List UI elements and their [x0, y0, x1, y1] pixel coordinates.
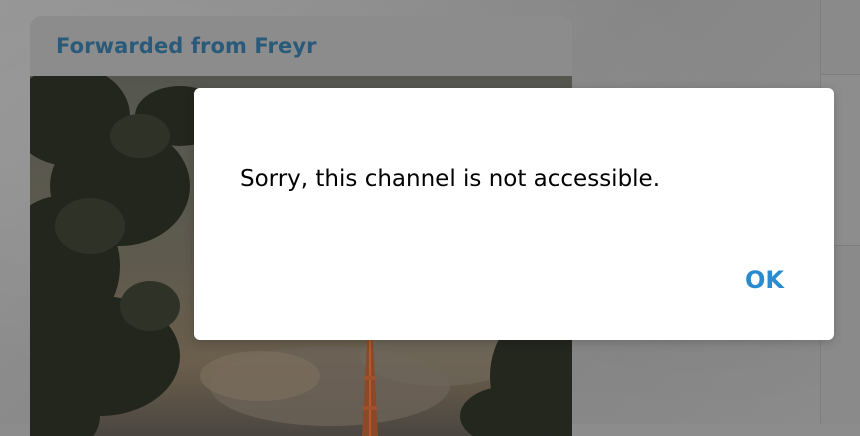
ok-button[interactable]: OK: [735, 262, 794, 298]
alert-dialog: Sorry, this channel is not accessible. O…: [194, 88, 834, 340]
dialog-message: Sorry, this channel is not accessible.: [240, 166, 661, 192]
